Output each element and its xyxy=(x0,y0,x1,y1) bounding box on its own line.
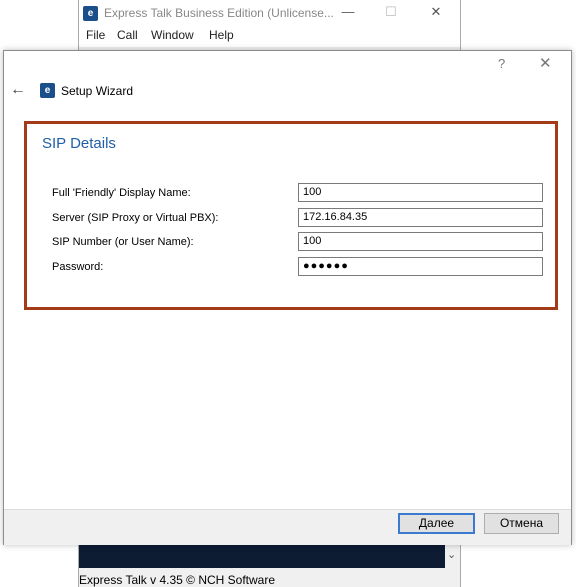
sip-details-panel: SIP Details Full 'Friendly' Display Name… xyxy=(24,121,558,310)
password-input[interactable]: ●●●●●● xyxy=(298,257,543,276)
dialog-title: Setup Wizard xyxy=(61,84,134,98)
menu-window[interactable]: Window xyxy=(151,28,194,42)
display-name-label: Full 'Friendly' Display Name: xyxy=(52,187,191,199)
dialog-footer: Далее Отмена xyxy=(4,509,571,545)
menu-file[interactable]: File xyxy=(86,28,105,42)
maximize-icon[interactable]: ☐ xyxy=(381,4,401,20)
next-button[interactable]: Далее xyxy=(398,513,475,534)
close-icon[interactable]: ✕ xyxy=(539,54,552,72)
app-icon: e xyxy=(40,83,55,98)
close-icon[interactable]: ✕ xyxy=(426,4,446,20)
back-arrow-icon[interactable]: ← xyxy=(10,81,26,99)
server-label: Server (SIP Proxy or Virtual PBX): xyxy=(52,212,219,224)
setup-wizard-dialog: ? ✕ ← e Setup Wizard SIP Details Full 'F… xyxy=(3,50,572,545)
chevron-down-icon[interactable]: ⌄ xyxy=(447,548,456,561)
help-icon[interactable]: ? xyxy=(498,56,505,71)
menu-bar: File Call Window Help xyxy=(79,27,460,47)
status-text: Express Talk v 4.35 © NCH Software xyxy=(79,573,276,587)
menu-help[interactable]: Help xyxy=(209,28,234,42)
menu-call[interactable]: Call xyxy=(117,28,138,42)
sip-number-input[interactable]: 100 xyxy=(298,232,543,251)
section-title: SIP Details xyxy=(42,135,116,152)
server-input[interactable]: 172.16.84.35 xyxy=(298,208,543,227)
cancel-button[interactable]: Отмена xyxy=(484,513,559,534)
display-name-input[interactable]: 100 xyxy=(298,183,543,202)
sip-number-label: SIP Number (or User Name): xyxy=(52,236,194,248)
main-title-bar: e Express Talk Business Edition (Unlicen… xyxy=(79,0,460,27)
app-icon: e xyxy=(83,6,98,21)
main-window-title: Express Talk Business Edition (Unlicense… xyxy=(104,6,334,20)
password-label: Password: xyxy=(52,261,104,273)
minimize-icon[interactable]: — xyxy=(338,4,358,19)
call-list-panel xyxy=(79,544,445,568)
status-bar: Express Talk v 4.35 © NCH Software xyxy=(79,568,460,587)
